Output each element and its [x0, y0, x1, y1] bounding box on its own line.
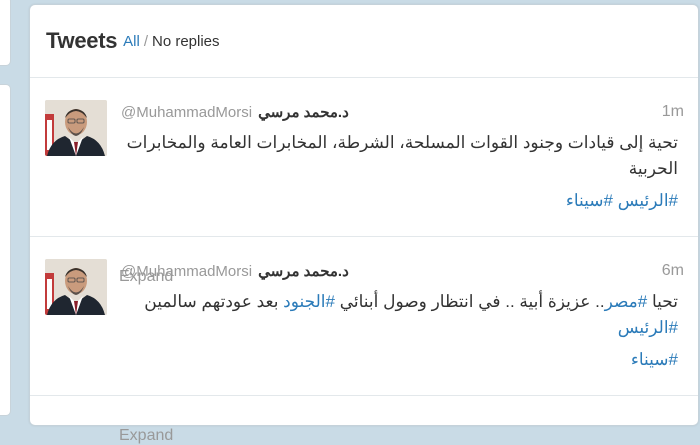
- tweet-timestamp[interactable]: 1m: [662, 103, 684, 121]
- filter-separator: /: [143, 32, 148, 50]
- left-edge: [0, 0, 12, 416]
- tweet-text-line: تحيا #مصر.. عزيزة أبية .. في انتظار وصول…: [121, 289, 678, 341]
- tweet-text-line: تحية إلى قيادات وجنود القوات المسلحة، ال…: [126, 133, 678, 178]
- tweet-header: @MuhammadMorsi د.محمد مرسي 6m: [121, 260, 684, 282]
- tweet-item[interactable]: @MuhammadMorsi د.محمد مرسي 1m تحية إلى ق…: [30, 78, 698, 285]
- tweet-hashtags: #سيناء: [121, 347, 678, 373]
- hashtag-link[interactable]: #الرئيس: [618, 318, 678, 337]
- filter-no-replies-link[interactable]: No replies: [152, 33, 220, 50]
- profile-photo-icon: [45, 259, 107, 315]
- expand-link[interactable]: Expand: [119, 427, 173, 445]
- tweet-text-segment: تحيا: [647, 292, 678, 311]
- hashtag-link[interactable]: #سيناء: [631, 350, 678, 369]
- hashtag-link[interactable]: #سيناء: [566, 191, 613, 210]
- tweet-header: @MuhammadMorsi د.محمد مرسي 1m: [121, 101, 684, 123]
- tweets-panel: Tweets All / No replies @MuhammadMorsi د…: [29, 4, 699, 444]
- left-panel-edge-bottom: [0, 84, 11, 416]
- tweet-item[interactable]: @MuhammadMorsi د.محمد مرسي 6m تحيا #مصر.…: [30, 237, 698, 444]
- left-panel-edge-top: [0, 0, 11, 66]
- hashtag-link[interactable]: #الجنود: [283, 292, 335, 311]
- avatar[interactable]: [45, 259, 107, 315]
- profile-photo-icon: [45, 100, 107, 156]
- tweet-hashtags: #الرئيس #سيناء: [121, 188, 678, 214]
- avatar[interactable]: [45, 100, 107, 156]
- full-name[interactable]: د.محمد مرسي: [258, 103, 349, 121]
- screen-name[interactable]: @MuhammadMorsi: [121, 104, 252, 121]
- hashtag-link[interactable]: #الرئيس: [618, 191, 678, 210]
- tweets-header: Tweets All / No replies: [30, 5, 698, 78]
- tweet-text-segment: بعد عودتهم سالمين: [144, 292, 284, 311]
- full-name[interactable]: د.محمد مرسي: [258, 262, 349, 280]
- tweet-timestamp[interactable]: 6m: [662, 262, 684, 280]
- tweets-title: Tweets: [46, 28, 118, 53]
- tweet-text: تحية إلى قيادات وجنود القوات المسلحة، ال…: [121, 130, 678, 214]
- tweet-text-segment: .. عزيزة أبية .. في انتظار وصول أبنائي: [334, 292, 605, 311]
- tweet-text: تحيا #مصر.. عزيزة أبية .. في انتظار وصول…: [121, 289, 678, 373]
- screen-name[interactable]: @MuhammadMorsi: [121, 263, 252, 280]
- filter-all-link[interactable]: All: [123, 33, 140, 50]
- hashtag-link[interactable]: #مصر: [605, 292, 648, 311]
